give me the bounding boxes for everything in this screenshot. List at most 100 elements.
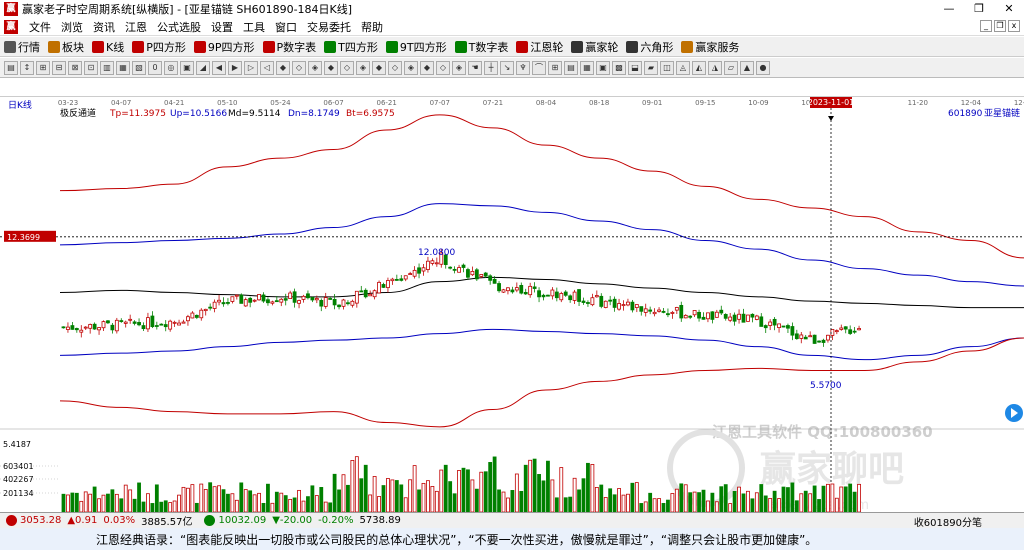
- menu-item-trade[interactable]: 交易委托: [302, 19, 356, 35]
- draw-tool-15-icon[interactable]: ▷: [244, 60, 258, 75]
- menu-item-formula[interactable]: 公式选股: [152, 19, 206, 35]
- maximize-button[interactable]: ❐: [964, 0, 994, 18]
- menu-item-file[interactable]: 文件: [24, 19, 56, 35]
- candle-body: [746, 314, 750, 322]
- draw-tool-0-icon[interactable]: ▤: [4, 60, 18, 75]
- draw-tool-30-icon[interactable]: ┼: [484, 60, 498, 75]
- draw-tool-25-icon[interactable]: ◈: [404, 60, 418, 75]
- draw-tool-16-icon[interactable]: ◁: [260, 60, 274, 75]
- menu-bar: 赢 文件 浏览 资讯 江恩 公式选股 设置 工具 窗口 交易委托 帮助 _ ❐ …: [0, 18, 1024, 36]
- toolbar-button-7[interactable]: 9T四方形: [382, 37, 451, 57]
- toolbar-button-9[interactable]: 江恩轮: [512, 37, 567, 57]
- draw-tool-40-icon[interactable]: ▰: [644, 60, 658, 75]
- draw-tool-24-icon[interactable]: ◇: [388, 60, 402, 75]
- draw-tool-37-icon[interactable]: ▣: [596, 60, 610, 75]
- toolbar-button-label: 赢家轮: [585, 40, 619, 54]
- mdi-close-button[interactable]: x: [1008, 20, 1020, 32]
- toolbar-button-10[interactable]: 赢家轮: [567, 37, 622, 57]
- draw-tool-13-icon[interactable]: ◀: [212, 60, 226, 75]
- draw-tool-38-icon[interactable]: ▩: [612, 60, 626, 75]
- draw-tool-10-icon[interactable]: ◎: [164, 60, 178, 75]
- hexagon-icon: [626, 40, 639, 53]
- toolbar-button-8[interactable]: T数字表: [451, 37, 513, 57]
- volume-bar: [128, 489, 133, 512]
- draw-tool-3-icon[interactable]: ⊟: [52, 60, 66, 75]
- draw-tool-12-icon[interactable]: ◢: [196, 60, 210, 75]
- candle-body: [599, 295, 604, 307]
- draw-tool-46-icon[interactable]: ▲: [740, 60, 754, 75]
- volume-bar: [710, 492, 715, 512]
- draw-tool-5-icon[interactable]: ⊡: [84, 60, 98, 75]
- volume-bar: [617, 488, 621, 512]
- draw-tool-14-icon[interactable]: ▶: [228, 60, 242, 75]
- draw-tool-21-icon[interactable]: ◇: [340, 60, 354, 75]
- candle-body: [368, 293, 373, 297]
- toolbar-button-12[interactable]: 赢家服务: [677, 37, 743, 57]
- toolbar-button-5[interactable]: P数字表: [259, 37, 321, 57]
- draw-tool-43-icon[interactable]: ◭: [692, 60, 706, 75]
- volume-bar: [457, 470, 461, 512]
- draw-tool-34-icon[interactable]: ⊞: [548, 60, 562, 75]
- menu-item-help[interactable]: 帮助: [356, 19, 388, 35]
- draw-tool-1-icon[interactable]: ↕: [20, 60, 34, 75]
- toolbar-button-6[interactable]: T四方形: [320, 37, 382, 57]
- draw-tool-19-icon[interactable]: ◈: [308, 60, 322, 75]
- toolbar-button-3[interactable]: P四方形: [128, 37, 190, 57]
- menu-item-window[interactable]: 窗口: [270, 19, 302, 35]
- toolbar-button-11[interactable]: 六角形: [622, 37, 677, 57]
- draw-tool-36-icon[interactable]: ▦: [580, 60, 594, 75]
- draw-tool-35-icon[interactable]: ▤: [564, 60, 578, 75]
- draw-tool-31-icon[interactable]: ↘: [500, 60, 514, 75]
- menu-item-browse[interactable]: 浏览: [56, 19, 88, 35]
- candle-body: [106, 320, 110, 324]
- indicator-md: Md=9.5114: [228, 109, 281, 119]
- menu-item-gann[interactable]: 江恩: [120, 19, 152, 35]
- draw-tool-7-icon[interactable]: ▦: [116, 60, 130, 75]
- draw-tool-20-icon[interactable]: ◆: [324, 60, 338, 75]
- draw-tool-42-icon[interactable]: ◬: [676, 60, 690, 75]
- close-button[interactable]: ✕: [994, 0, 1024, 18]
- date-tick-label: 09-15: [695, 99, 715, 107]
- draw-tool-27-icon[interactable]: ◇: [436, 60, 450, 75]
- menu-item-info[interactable]: 资讯: [88, 19, 120, 35]
- draw-tool-39-icon[interactable]: ⬓: [628, 60, 642, 75]
- mdi-minimize-button[interactable]: _: [980, 20, 992, 32]
- volume-bar: [466, 469, 470, 512]
- candle-body: [550, 289, 555, 297]
- draw-tool-45-icon[interactable]: ▱: [724, 60, 738, 75]
- draw-tool-32-icon[interactable]: ♆: [516, 60, 530, 75]
- draw-tool-11-icon[interactable]: ▣: [180, 60, 194, 75]
- kline-chart[interactable]: 03-23 04-07 04-21 05-10 05-24 06-07 06-21 07-07…: [0, 79, 1024, 512]
- menu-item-settings[interactable]: 设置: [206, 19, 238, 35]
- draw-tool-4-icon[interactable]: ⊠: [68, 60, 82, 75]
- toolbar-button-0[interactable]: 行情: [0, 37, 44, 57]
- draw-tool-9-icon[interactable]: 0: [148, 60, 162, 75]
- draw-tool-28-icon[interactable]: ◈: [452, 60, 466, 75]
- date-tick-label: 05-10: [217, 99, 237, 107]
- draw-tool-33-icon[interactable]: ⌒: [532, 60, 546, 75]
- draw-tool-41-icon[interactable]: ◫: [660, 60, 674, 75]
- draw-tool-18-icon[interactable]: ◇: [292, 60, 306, 75]
- menu-item-tools[interactable]: 工具: [238, 19, 270, 35]
- volume-bar: [750, 498, 755, 512]
- minimize-button[interactable]: —: [934, 0, 964, 18]
- volume-bar: [519, 490, 524, 512]
- volume-bar: [288, 498, 293, 512]
- draw-tool-6-icon[interactable]: ▥: [100, 60, 114, 75]
- draw-tool-47-icon[interactable]: ●: [756, 60, 770, 75]
- draw-tool-22-icon[interactable]: ◈: [356, 60, 370, 75]
- candle-body: [452, 268, 457, 271]
- draw-tool-29-icon[interactable]: ☚: [468, 60, 482, 75]
- tick-data-label[interactable]: 收601890分笔: [914, 514, 982, 529]
- toolbar-button-1[interactable]: 板块: [44, 37, 88, 57]
- draw-tool-44-icon[interactable]: ◮: [708, 60, 722, 75]
- draw-tool-2-icon[interactable]: ⊞: [36, 60, 50, 75]
- volume-bar: [528, 459, 533, 512]
- draw-tool-26-icon[interactable]: ◆: [420, 60, 434, 75]
- draw-tool-8-icon[interactable]: ▧: [132, 60, 146, 75]
- toolbar-button-2[interactable]: K线: [88, 37, 128, 57]
- toolbar-button-4[interactable]: 9P四方形: [190, 37, 259, 57]
- draw-tool-23-icon[interactable]: ◆: [372, 60, 386, 75]
- draw-tool-17-icon[interactable]: ◆: [276, 60, 290, 75]
- mdi-restore-button[interactable]: ❐: [994, 20, 1006, 32]
